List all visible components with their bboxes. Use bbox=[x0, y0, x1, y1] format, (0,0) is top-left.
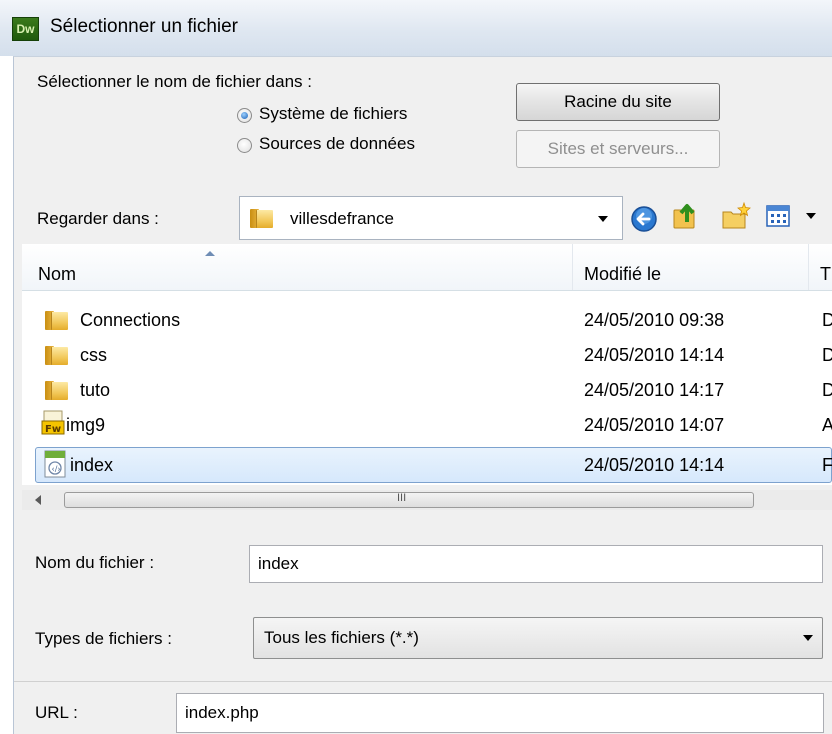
file-row-name[interactable]: css bbox=[80, 345, 107, 366]
file-row-modified: 24/05/2010 09:38 bbox=[584, 310, 725, 330]
column-divider[interactable] bbox=[808, 244, 809, 290]
view-menu-arrow-icon[interactable] bbox=[806, 213, 816, 219]
horizontal-scrollbar[interactable]: III bbox=[22, 490, 832, 510]
radio-file-system[interactable] bbox=[237, 108, 252, 123]
url-label: URL : bbox=[35, 703, 78, 722]
window-title: Sélectionner un fichier bbox=[50, 16, 238, 37]
file-row-modified: 24/05/2010 14:17 bbox=[584, 380, 725, 400]
file-row-type: D bbox=[822, 380, 832, 400]
file-row-modified: 24/05/2010 14:07 bbox=[584, 415, 725, 435]
column-header-modified[interactable]: Modifié le bbox=[584, 264, 661, 285]
chevron-down-icon[interactable] bbox=[803, 635, 813, 641]
scrollbar-thumb[interactable] bbox=[64, 492, 754, 508]
look-in-label: Regarder dans : bbox=[37, 209, 159, 228]
svg-text:‹/›: ‹/› bbox=[52, 465, 61, 474]
dreamweaver-logo-icon: Dw bbox=[12, 17, 39, 41]
up-folder-icon[interactable] bbox=[670, 200, 702, 232]
file-list-header bbox=[22, 244, 832, 291]
site-root-button[interactable]: Racine du site bbox=[516, 83, 720, 121]
source-label: Sélectionner le nom de fichier dans : bbox=[37, 72, 312, 91]
column-header-type[interactable]: T bbox=[820, 264, 831, 285]
file-row-type: D bbox=[822, 345, 832, 365]
file-row-name[interactable]: tuto bbox=[80, 380, 110, 401]
svg-text:Fw: Fw bbox=[45, 424, 61, 435]
divider bbox=[14, 681, 832, 682]
folder-icon bbox=[45, 380, 68, 400]
url-input[interactable]: index.php bbox=[176, 693, 824, 733]
folder-icon bbox=[45, 310, 68, 330]
chevron-down-icon[interactable] bbox=[598, 216, 608, 222]
filename-input[interactable]: index bbox=[249, 545, 823, 583]
file-row-type: F bbox=[822, 455, 832, 475]
new-folder-icon[interactable] bbox=[720, 200, 752, 232]
folder-icon bbox=[250, 208, 273, 228]
file-row-name[interactable]: index bbox=[70, 455, 113, 476]
filetypes-label: Types de fichiers : bbox=[35, 629, 173, 648]
look-in-value: villesdefrance bbox=[290, 209, 394, 228]
scrollbar-grip: III bbox=[397, 492, 407, 504]
php-file-icon: ‹/› bbox=[44, 450, 66, 478]
radio-data-sources-label[interactable]: Sources de données bbox=[259, 134, 415, 154]
folder-icon bbox=[45, 345, 68, 365]
file-row-name[interactable]: Connections bbox=[80, 310, 180, 331]
file-row-type: D bbox=[822, 310, 832, 330]
file-row-name[interactable]: img9 bbox=[66, 415, 105, 436]
file-row-type: A bbox=[822, 415, 832, 435]
back-icon[interactable] bbox=[630, 205, 658, 233]
filename-label: Nom du fichier : bbox=[35, 553, 155, 572]
column-divider[interactable] bbox=[572, 244, 573, 290]
file-row-modified: 24/05/2010 14:14 bbox=[584, 345, 725, 365]
column-header-name[interactable]: Nom bbox=[38, 264, 76, 285]
radio-data-sources[interactable] bbox=[237, 138, 252, 153]
sites-servers-button[interactable]: Sites et serveurs... bbox=[516, 130, 720, 168]
view-menu-icon[interactable] bbox=[766, 203, 792, 229]
sort-ascending-icon bbox=[205, 251, 215, 256]
file-row-modified: 24/05/2010 14:14 bbox=[584, 455, 725, 475]
radio-file-system-label[interactable]: Système de fichiers bbox=[259, 104, 407, 124]
filetypes-select[interactable]: Tous les fichiers (*.*) bbox=[253, 617, 823, 659]
scroll-left-icon[interactable] bbox=[34, 495, 42, 505]
